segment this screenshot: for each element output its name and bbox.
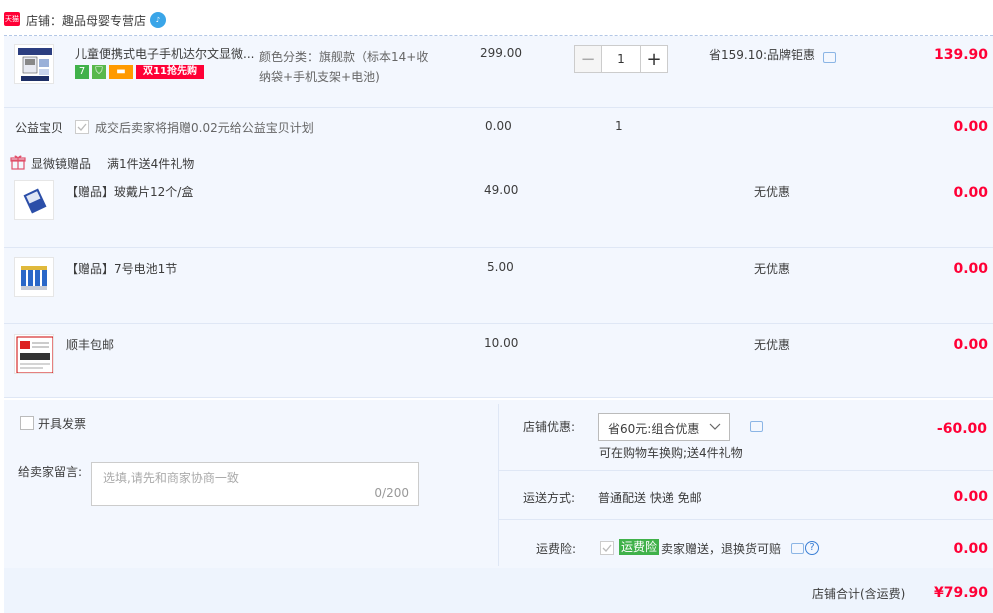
invoice-label[interactable]: 开具发票 — [38, 415, 86, 432]
chevron-down-icon — [709, 423, 721, 430]
insurance-info-icon[interactable] — [791, 543, 804, 554]
column-divider — [498, 404, 499, 566]
shipping-amount: 0.00 — [953, 489, 988, 505]
gift-subtotal: 0.00 — [953, 185, 988, 201]
shop-header — [0, 0, 993, 36]
charity-label: 公益宝贝 — [15, 121, 64, 135]
sku-line-2: 纳袋+手机支架+电池) — [259, 70, 380, 84]
shipping-value: 普通配送 快递 免邮 — [598, 491, 702, 505]
message-textarea[interactable]: 选填,请先和商家协商一致 0/200 — [91, 462, 419, 506]
store-discount-select[interactable]: 省60元:组合优惠 — [598, 413, 730, 441]
seven-day-return-tag: 7 — [75, 65, 89, 79]
gift-icon — [10, 154, 26, 170]
charity-text: 成交后卖家将捐赠0.02元给公益宝贝计划 — [95, 121, 314, 135]
product-tags: 7 ⛉ ▬ 双11抢先购 — [75, 65, 204, 79]
row-divider — [4, 247, 993, 248]
gift-discount: 无优惠 — [754, 262, 791, 276]
charity-checkbox[interactable] — [75, 120, 89, 134]
gift-subtotal: 0.00 — [953, 261, 988, 277]
sku-line-1: 颜色分类：旗舰款（标本14+收 — [259, 50, 429, 64]
row-divider — [4, 107, 993, 108]
product-price: 299.00 — [480, 46, 522, 60]
quantity-stepper: − 1 + — [574, 45, 670, 73]
gift-price: 5.00 — [487, 260, 514, 274]
insurance-checkbox[interactable] — [600, 541, 614, 555]
gift-header-desc: 满1件送4件礼物 — [107, 157, 195, 171]
store-discount-note: 可在购物车换购;送4件礼物 — [599, 446, 743, 460]
shipping-label: 运送方式: — [523, 491, 576, 505]
gift-thumbnail[interactable] — [14, 334, 54, 374]
shop-total-label: 店铺合计(含运费) — [812, 587, 906, 601]
tmall-badge: 天猫 — [4, 12, 20, 26]
gift-header-label: 显微镜赠品 — [31, 157, 92, 171]
row-divider — [4, 397, 993, 398]
shop-name[interactable]: 店铺：趣品母婴专营店 — [26, 12, 146, 29]
gift-price: 10.00 — [484, 336, 519, 350]
discount-info-icon[interactable] — [750, 421, 763, 432]
store-discount-label: 店铺优惠: — [523, 420, 576, 434]
product-sku: 颜色分类：旗舰款（标本14+收 纳袋+手机支架+电池) — [259, 47, 428, 87]
insurance-label: 运费险: — [536, 542, 577, 556]
gift-discount: 无优惠 — [754, 338, 791, 352]
product-thumbnail[interactable] — [14, 44, 54, 84]
shop-name-label: 店铺： — [26, 14, 63, 28]
insurance-text: 卖家赠送，退换货可赔 — [661, 542, 782, 556]
message-placeholder: 选填,请先和商家协商一致 — [103, 471, 239, 485]
charity-price: 0.00 — [485, 119, 512, 133]
row-divider — [4, 323, 993, 324]
message-label: 给卖家留言: — [18, 465, 83, 479]
product-discount: 省159.10:品牌钜惠 — [709, 48, 816, 62]
gift-title[interactable]: 【赠品】玻戴片12个/盒 — [66, 183, 193, 200]
card-payment-icon: ▬ — [109, 65, 133, 79]
quantity-decrease-button[interactable]: − — [574, 45, 602, 73]
help-icon[interactable]: ? — [805, 541, 819, 555]
invoice-checkbox[interactable] — [20, 416, 34, 430]
gift-title[interactable]: 顺丰包邮 — [66, 336, 114, 353]
shop-name-link[interactable]: 趣品母婴专营店 — [62, 14, 146, 28]
charity-subtotal: 0.00 — [953, 119, 988, 135]
insurance-badge: 运费险 — [619, 539, 660, 555]
gift-thumbnail[interactable] — [14, 257, 54, 297]
quantity-increase-button[interactable]: + — [640, 45, 668, 73]
product-subtotal: 139.90 — [933, 47, 988, 63]
gift-subtotal: 0.00 — [953, 337, 988, 353]
charity-quantity: 1 — [615, 119, 623, 133]
store-discount-amount: -60.00 — [936, 421, 987, 437]
gift-discount: 无优惠 — [754, 185, 791, 199]
wangwang-chat-icon[interactable]: ♪ — [150, 12, 166, 28]
row-divider — [499, 470, 993, 471]
discount-info-icon[interactable] — [823, 52, 836, 63]
double11-tag: 双11抢先购 — [136, 65, 204, 79]
gift-thumbnail[interactable] — [14, 180, 54, 220]
store-discount-selected: 省60元:组合优惠 — [608, 422, 700, 436]
product-title[interactable]: 儿童便携式电子手机达尔文显微... — [75, 45, 260, 62]
gift-price: 49.00 — [484, 183, 519, 197]
message-counter: 0/200 — [374, 486, 409, 500]
shop-total-value: ¥79.90 — [933, 585, 988, 601]
guarantee-icon: ⛉ — [92, 65, 106, 79]
gift-title[interactable]: 【赠品】7号电池1节 — [66, 260, 177, 277]
insurance-amount: 0.00 — [953, 541, 988, 557]
row-divider — [499, 519, 993, 520]
quantity-input[interactable]: 1 — [602, 45, 640, 73]
